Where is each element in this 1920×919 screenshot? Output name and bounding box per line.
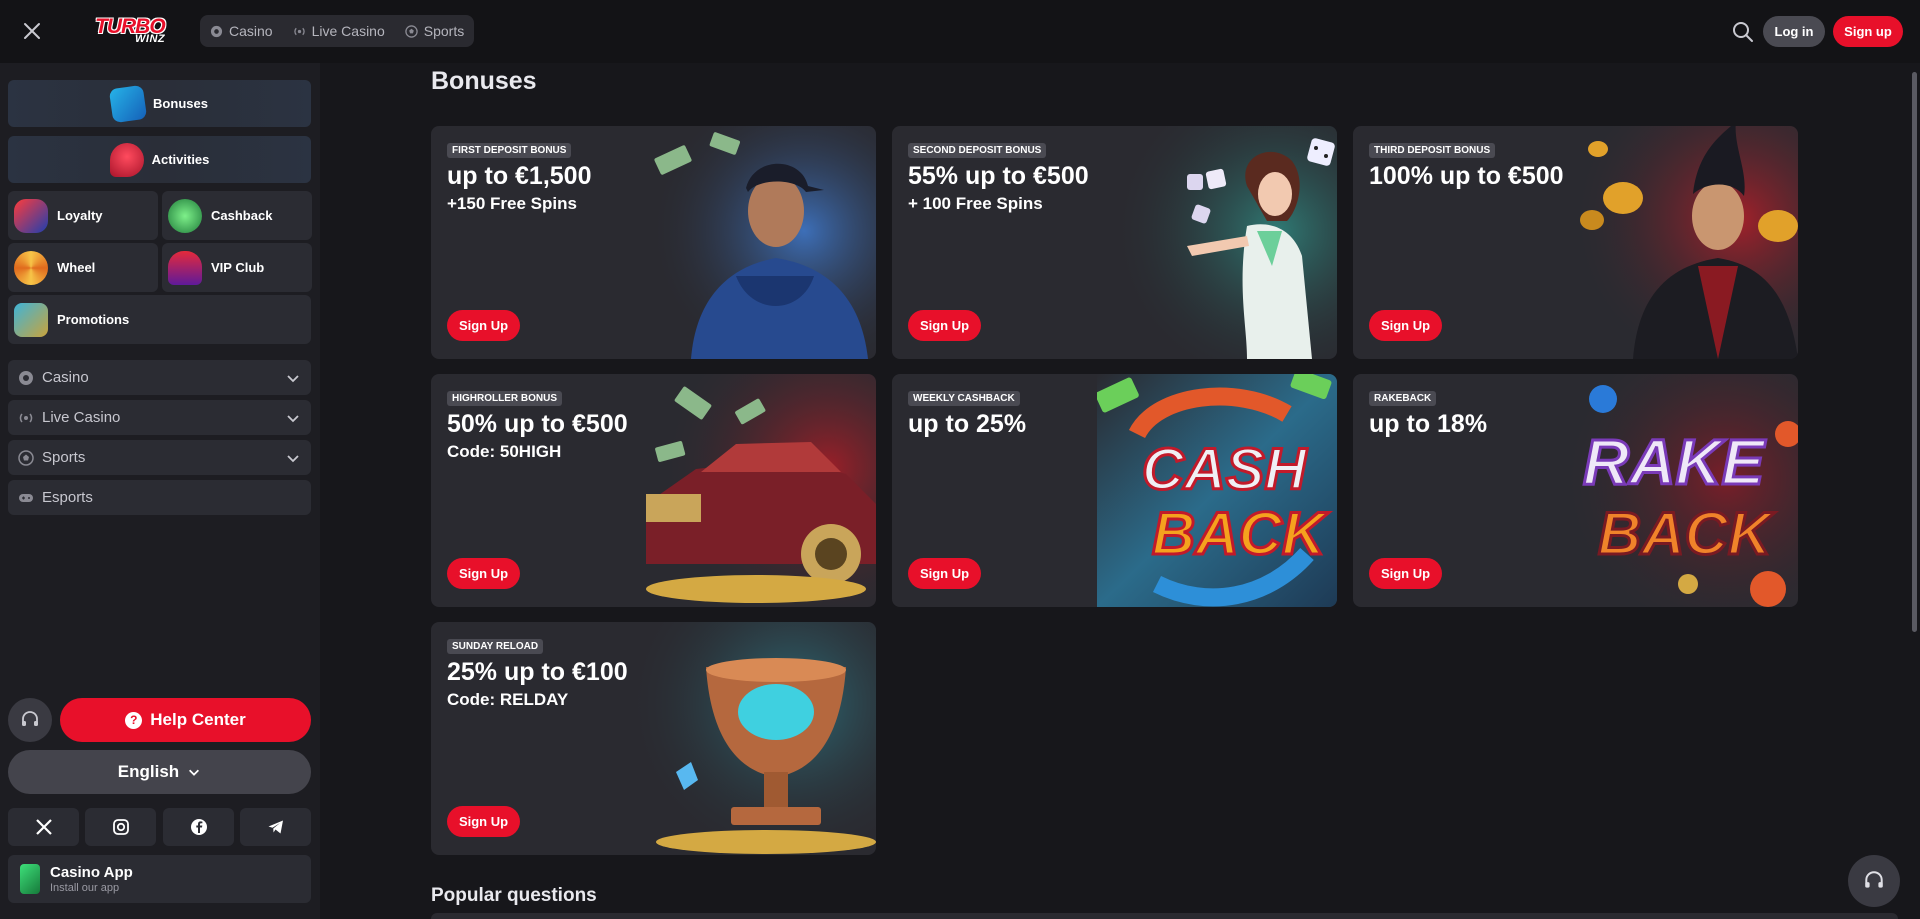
live-broadcast-icon — [19, 413, 33, 422]
chevron-down-icon — [287, 455, 299, 463]
page-title: Bonuses — [431, 67, 537, 95]
trophy-art — [636, 622, 876, 855]
bonus-card-rakeback[interactable]: RAKE BACK RAKEBACK up to 18% Sign Up — [1353, 374, 1798, 607]
bonus-card-third-deposit[interactable]: THIRD DEPOSIT BONUS 100% up to €500 Sign… — [1353, 126, 1798, 359]
sidebar-item-cashback[interactable]: Cashback — [162, 191, 312, 240]
sign-up-button[interactable]: Sign Up — [1369, 558, 1442, 589]
turbowinz-logo[interactable]: TURBO WINZ — [95, 15, 183, 47]
headset-icon — [1865, 871, 1883, 888]
bonus-card-first-deposit[interactable]: FIRST DEPOSIT BONUS up to €1,500 +150 Fr… — [431, 126, 876, 359]
headset-icon — [22, 711, 38, 726]
phone-icon — [20, 864, 40, 894]
chevron-down-icon — [287, 375, 299, 383]
map-pin-icon — [109, 142, 144, 177]
top-nav-live-casino[interactable]: Live Casino — [293, 23, 385, 39]
social-x-button[interactable] — [8, 808, 79, 846]
sidebar-item-wheel[interactable]: Wheel — [8, 243, 158, 292]
top-nav-sports[interactable]: Sports — [405, 23, 464, 39]
cashback-art: CASH BACK — [1097, 374, 1337, 607]
sidebar: Bonuses Activities Loyalty Cashback Whee… — [0, 63, 320, 919]
social-facebook-button[interactable] — [163, 808, 234, 846]
floating-support-button[interactable] — [1848, 855, 1900, 907]
bonus-card-weekly-cashback[interactable]: CASH BACK WEEKLY CASHBACK up to 25% Sign… — [892, 374, 1337, 607]
sidebar-item-esports[interactable]: Esports — [8, 480, 311, 515]
bonus-card-highroller[interactable]: HIGHROLLER BONUS 50% up to €500 Code: 50… — [431, 374, 876, 607]
search-icon — [1733, 22, 1753, 42]
sidebar-accordion-live-casino[interactable]: Live Casino — [8, 400, 311, 435]
bonus-card-sunday-reload[interactable]: SUNDAY RELOAD 25% up to €100 Code: RELDA… — [431, 622, 876, 855]
instagram-icon — [112, 819, 129, 835]
popular-questions-heading: Popular questions — [431, 885, 597, 906]
telegram-icon — [268, 820, 283, 834]
rakeback-art-word-2: BACK — [1598, 500, 1775, 567]
casino-chip-icon — [210, 25, 223, 37]
sidebar-item-promotions[interactable]: Promotions — [8, 295, 311, 344]
live-broadcast-icon — [293, 27, 305, 35]
fortune-wheel-icon — [14, 250, 48, 285]
login-button[interactable]: Log in — [1763, 16, 1825, 47]
help-center-button[interactable]: ? Help Center — [60, 698, 311, 742]
cashback-art-word-2: BACK — [1152, 500, 1329, 567]
casino-chip-icon — [19, 370, 33, 385]
signup-button[interactable]: Sign up — [1833, 16, 1903, 47]
cashback-coin-icon — [168, 198, 202, 233]
faq-panel — [431, 913, 1898, 919]
sign-up-button[interactable]: Sign Up — [447, 806, 520, 837]
sidebar-item-activities[interactable]: Activities — [8, 136, 311, 183]
dice-girl-art — [1097, 126, 1337, 359]
sidebar-accordion-casino[interactable]: Casino — [8, 360, 311, 395]
sign-up-button[interactable]: Sign Up — [447, 558, 520, 589]
vip-helmet-icon — [168, 250, 202, 285]
sidebar-item-loyalty[interactable]: Loyalty — [8, 191, 158, 240]
facebook-icon — [190, 819, 207, 835]
page-scrollbar[interactable] — [1912, 72, 1917, 632]
chevron-down-icon — [189, 769, 200, 776]
bonus-card-second-deposit[interactable]: SECOND DEPOSIT BONUS 55% up to €500 + 10… — [892, 126, 1337, 359]
casino-app-card[interactable]: Casino App Install our app — [8, 855, 311, 903]
rakeback-art-word-1: RAKE — [1583, 426, 1767, 498]
search-button[interactable] — [1731, 20, 1755, 44]
gold-car-art — [636, 374, 876, 607]
soccer-ball-icon — [405, 24, 418, 38]
question-icon: ? — [125, 711, 143, 729]
sign-up-button[interactable]: Sign Up — [1369, 310, 1442, 341]
top-bar: TURBO WINZ Casino Live Casino Sports Log… — [0, 0, 1920, 63]
top-nav-casino[interactable]: Casino — [210, 23, 273, 39]
promotions-ticket-icon — [14, 302, 48, 337]
hoodie-man-art — [636, 126, 876, 359]
sign-up-button[interactable]: Sign Up — [908, 310, 981, 341]
top-nav: Casino Live Casino Sports — [200, 15, 475, 47]
chevron-down-icon — [287, 415, 299, 423]
sidebar-item-vip-club[interactable]: VIP Club — [162, 243, 312, 292]
close-menu-button[interactable] — [19, 18, 45, 44]
cashback-art-word-1: CASH — [1142, 437, 1307, 502]
gamepad-icon — [19, 493, 33, 502]
language-selector[interactable]: English — [8, 750, 311, 794]
sidebar-accordion-sports[interactable]: Sports — [8, 440, 311, 475]
social-instagram-button[interactable] — [85, 808, 156, 846]
sign-up-button[interactable]: Sign Up — [447, 310, 520, 341]
sign-up-button[interactable]: Sign Up — [908, 558, 981, 589]
sidebar-item-bonuses[interactable]: Bonuses — [8, 80, 311, 127]
gift-box-icon — [108, 84, 148, 123]
soccer-ball-icon — [18, 449, 34, 466]
x-icon — [35, 819, 52, 835]
rakeback-art: RAKE BACK — [1558, 374, 1798, 607]
social-telegram-button[interactable] — [240, 808, 311, 846]
loyalty-badge-icon — [14, 198, 48, 233]
support-chat-button[interactable] — [8, 698, 52, 742]
close-icon — [24, 23, 40, 39]
coins-man-art — [1558, 126, 1798, 359]
